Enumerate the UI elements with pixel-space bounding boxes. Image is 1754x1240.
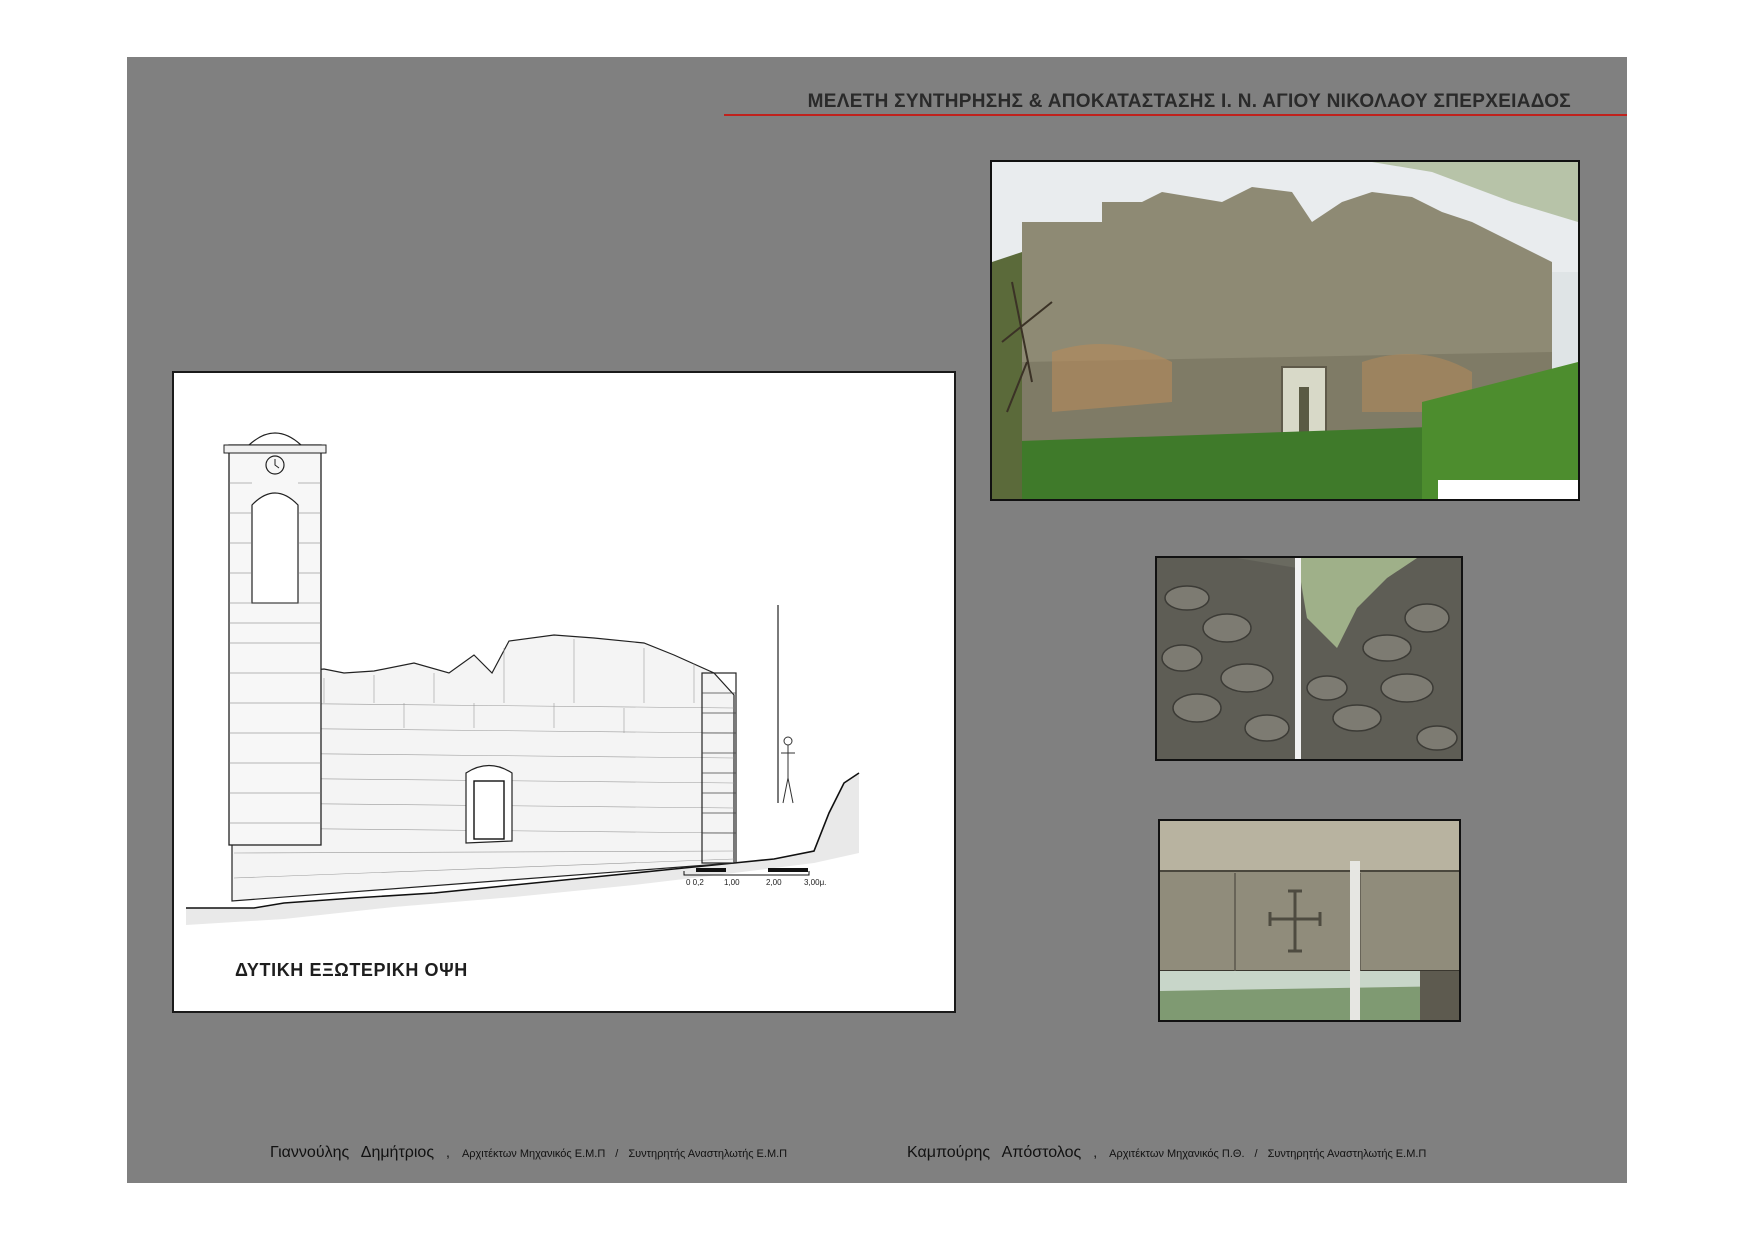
author-name: Γιαννούλης Δημήτριος xyxy=(270,1144,435,1161)
tower-cornice xyxy=(223,444,327,454)
author-credit-1: Γιαννούλης Δημήτριος, Αρχιτέκτων Μηχανικό… xyxy=(270,1144,787,1162)
scale-label-3: 3,00μ. xyxy=(804,878,826,887)
facade-photo xyxy=(990,160,1580,501)
comma: , xyxy=(446,1144,450,1160)
title-underline xyxy=(724,114,1627,116)
author-role: Συντηρητής Αναστηλωτής Ε.Μ.Π xyxy=(1267,1148,1427,1160)
author-name: Καμπούρης Απόστολος xyxy=(907,1144,1082,1161)
comma: , xyxy=(1093,1144,1098,1160)
tower-dome xyxy=(248,432,302,446)
wall-detail-photo xyxy=(1155,556,1463,761)
elevation-svg: 0 0,2 1,00 2,00 3,00μ. xyxy=(186,432,860,925)
human-figure xyxy=(781,736,795,804)
slash: / xyxy=(615,1148,619,1160)
page-title: ΜΕΛΕΤΗ ΣΥΝΤΗΡΗΣΗΣ & ΑΠΟΚΑΤΑΣΤΑΣΗΣ Ι. Ν. … xyxy=(807,91,1571,112)
lintel-cross-photo xyxy=(1158,819,1461,1022)
drawing-caption: ΔΥΤΙΚΗ ΕΞΩΤΕΡΙΚΗ ΟΨΗ xyxy=(235,960,468,980)
scale-label-2: 2,00 xyxy=(766,878,782,887)
author-role: Αρχιτέκτων Μηχανικός Π.Θ. xyxy=(1109,1148,1245,1160)
scale-label-0: 0 0,2 xyxy=(686,878,704,887)
west-elevation-drawing: 0 0,2 1,00 2,00 3,00μ. ΔΥΤΙΚΗ ΕΞΩΤΕΡΙΚΗ … xyxy=(172,371,956,1013)
scale-label-1: 1,00 xyxy=(724,878,740,887)
door-opening xyxy=(473,780,505,840)
slash: / xyxy=(1254,1148,1258,1160)
presentation-sheet: ΜΕΛΕΤΗ ΣΥΝΤΗΡΗΣΗΣ & ΑΠΟΚΑΤΑΣΤΑΣΗΣ Ι. Ν. … xyxy=(127,57,1627,1183)
scale-bar: 0 0,2 1,00 2,00 3,00μ. xyxy=(683,868,826,887)
author-credit-2: Καμπούρης Απόστολος, Αρχιτέκτων Μηχανικός… xyxy=(907,1144,1426,1162)
belfry-arch xyxy=(251,492,299,604)
author-role: Αρχιτέκτων Μηχανικός Ε.Μ.Π xyxy=(461,1148,606,1160)
author-role: Συντηρητής Αναστηλωτής Ε.Μ.Π xyxy=(628,1148,788,1160)
